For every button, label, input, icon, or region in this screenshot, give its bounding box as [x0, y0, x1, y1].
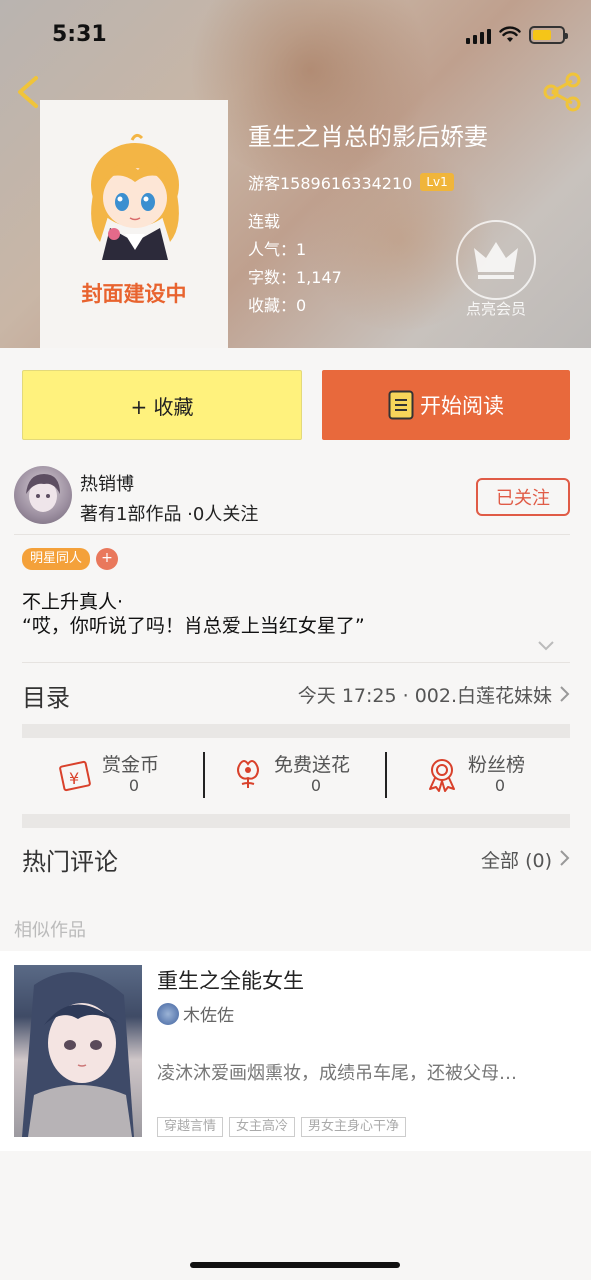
- gold-coin-icon: ¥: [59, 760, 91, 792]
- wifi-icon: [499, 26, 521, 42]
- section-separator: [22, 724, 570, 738]
- uploader-name[interactable]: 游客1589616334210: [248, 170, 412, 194]
- uploader-row: 游客1589616334210 Lv1: [248, 170, 488, 194]
- reward-coins-value: 0: [128, 776, 140, 795]
- toc-label: 目录: [22, 684, 70, 712]
- similar-book-title[interactable]: 重生之全能女生: [157, 965, 304, 995]
- send-flower-button[interactable]: 免费送花 0: [230, 744, 380, 804]
- svg-text:¥: ¥: [69, 769, 79, 788]
- author-avatar[interactable]: [14, 466, 72, 524]
- description-line-1: 不上升真人·: [22, 591, 124, 613]
- book-tag: 女主高冷: [229, 1117, 296, 1137]
- vip-label: 点亮会员: [465, 300, 526, 318]
- send-flower-value: 0: [310, 776, 322, 795]
- table-of-contents-row[interactable]: 目录 今天 17:25 · 002.白莲花妹妹: [22, 664, 570, 722]
- cover-placeholder-illustration: [91, 133, 179, 260]
- start-reading-button[interactable]: 开始阅读: [322, 370, 570, 440]
- ribbon-icon: [429, 759, 455, 792]
- divider: [22, 662, 570, 663]
- home-indicator[interactable]: [190, 1262, 400, 1268]
- book-favorites: 收藏：0: [248, 296, 307, 315]
- divider: [14, 534, 570, 535]
- book-cover[interactable]: 封面建设中: [40, 100, 228, 348]
- book-word-count: 字数：1,147: [248, 268, 342, 287]
- similar-book-cover: [14, 965, 142, 1137]
- similar-book-card[interactable]: 重生之全能女生 木佐佐 凌沐沐爱画烟熏妆，成绩吊车尾，还被父母… 穿越言情 女主…: [0, 951, 591, 1151]
- genre-tag[interactable]: 明星同人: [22, 548, 91, 570]
- expand-chevron-icon[interactable]: [538, 641, 554, 651]
- level-badge: Lv1: [420, 173, 454, 191]
- vip-button[interactable]: 点亮会员: [455, 220, 537, 319]
- book-icon: [388, 390, 414, 420]
- section-separator: [22, 814, 570, 828]
- similar-works-heading: 相似作品: [14, 920, 86, 941]
- similar-book-blurb: 凌沐沐爱画烟熏妆，成绩吊车尾，还被父母…: [157, 1063, 517, 1084]
- similar-book-tags: 穿越言情 女主高冷 男女主身心干净: [157, 1117, 407, 1137]
- battery-icon: [529, 26, 568, 44]
- book-description: 不上升真人· “哎，你听说了吗！肖总爱上当红女星了”: [22, 590, 365, 638]
- fan-ranking-label: 粉丝榜: [468, 754, 526, 776]
- stats-separator: [385, 752, 387, 798]
- book-popularity: 人气：1: [248, 240, 307, 259]
- author-mini-avatar: [157, 1002, 179, 1025]
- author-block: 热销博 著有1部作品 ·0人关注 已关注: [14, 464, 570, 534]
- chevron-right-icon: [560, 850, 570, 866]
- status-bar: 5:31: [0, 20, 591, 52]
- reward-coins-button[interactable]: ¥ 赏金币 0: [58, 744, 198, 804]
- follow-button[interactable]: 已关注: [476, 478, 570, 516]
- share-icon[interactable]: [541, 72, 583, 112]
- fan-ranking-button[interactable]: 粉丝榜 0: [424, 744, 564, 804]
- hot-comments-row[interactable]: 热门评论 全部 (0): [22, 838, 570, 882]
- status-time: 5:31: [52, 22, 107, 47]
- author-stats: 著有1部作品 ·0人关注: [80, 504, 259, 525]
- crown-icon: [456, 220, 536, 300]
- similar-book-author-name: 木佐佐: [183, 1006, 234, 1026]
- book-tag: 穿越言情: [157, 1117, 224, 1137]
- book-title: 重生之肖总的影后娇妻: [248, 123, 488, 151]
- all-comments-link: 全部 (0): [481, 850, 552, 872]
- chevron-right-icon: [560, 686, 570, 702]
- latest-chapter: 今天 17:25 · 002.白莲花妹妹: [297, 685, 552, 707]
- book-status: 连载: [248, 212, 281, 231]
- book-tag: 男女主身心干净: [301, 1117, 407, 1137]
- tag-list: 明星同人 +: [22, 548, 119, 570]
- cover-placeholder-text: 封面建设中: [81, 282, 187, 306]
- reward-coins-label: 赏金币: [102, 754, 160, 776]
- stats-separator: [203, 752, 205, 798]
- fan-ranking-value: 0: [494, 776, 506, 795]
- support-stats: ¥ 赏金币 0 免费送花 0 粉丝榜 0: [22, 744, 570, 804]
- start-reading-label: 开始阅读: [420, 394, 504, 418]
- send-flower-label: 免费送花: [274, 754, 351, 776]
- add-favorite-button[interactable]: + 收藏: [22, 370, 302, 440]
- description-line-2: “哎，你听说了吗！肖总爱上当红女星了”: [22, 615, 365, 637]
- cellular-signal-icon: [466, 28, 491, 44]
- hot-comments-label: 热门评论: [22, 848, 118, 876]
- book-info: 重生之肖总的影后娇妻 游客1589616334210 Lv1 连载 人气：1 字…: [248, 117, 488, 320]
- author-name[interactable]: 热销博: [80, 470, 134, 496]
- similar-book-author: 木佐佐: [157, 1001, 234, 1026]
- flower-icon: [237, 760, 259, 788]
- add-tag-button[interactable]: +: [96, 548, 119, 570]
